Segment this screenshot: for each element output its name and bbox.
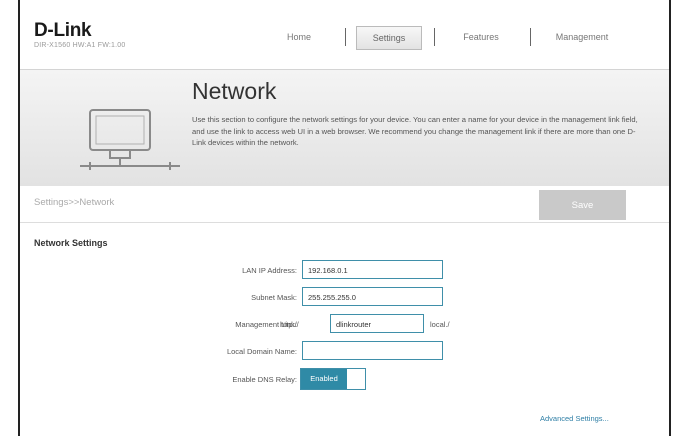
breadcrumb-bar: Settings>>Network Save xyxy=(20,186,669,223)
breadcrumb: Settings>>Network xyxy=(34,197,115,208)
management-link-field[interactable]: dlinkrouter xyxy=(330,314,424,333)
nav-home[interactable]: Home xyxy=(264,26,334,48)
subnet-mask-label: Subnet Mask: xyxy=(251,293,297,302)
section-title: Network Settings xyxy=(34,238,108,248)
lan-ip-field[interactable]: 192.168.0.1 xyxy=(302,260,443,279)
hero-banner: Network Use this section to configure th… xyxy=(20,69,669,188)
main-nav: Home Settings Features Management xyxy=(20,26,669,52)
nav-separator xyxy=(530,28,531,46)
page-description: Use this section to configure the networ… xyxy=(192,115,638,147)
management-link-suffix: local./ xyxy=(430,320,450,329)
local-domain-field[interactable] xyxy=(302,341,443,360)
advanced-settings-link[interactable]: Advanced Settings... xyxy=(540,414,609,423)
local-domain-label: Local Domain Name: xyxy=(226,347,297,356)
dns-relay-toggle[interactable]: Enabled xyxy=(300,368,366,390)
nav-management[interactable]: Management xyxy=(542,26,622,48)
save-button[interactable]: Save xyxy=(539,190,626,220)
network-computer-icon xyxy=(80,109,180,170)
nav-settings[interactable]: Settings xyxy=(356,26,422,50)
subnet-mask-field[interactable]: 255.255.255.0 xyxy=(302,287,443,306)
page-title: Network xyxy=(192,78,277,104)
nav-separator xyxy=(345,28,346,46)
nav-features[interactable]: Features xyxy=(446,26,516,48)
management-link-prefix: http:// xyxy=(280,320,299,329)
nav-separator xyxy=(434,28,435,46)
dns-relay-label: Enable DNS Relay: xyxy=(232,375,297,384)
header: D-Link DIR-X1560 HW:A1 FW:1.00 Home Sett… xyxy=(20,0,669,69)
dns-relay-state: Enabled xyxy=(301,369,347,389)
lan-ip-label: LAN IP Address: xyxy=(242,266,297,275)
router-web-ui: D-Link DIR-X1560 HW:A1 FW:1.00 Home Sett… xyxy=(18,0,671,436)
